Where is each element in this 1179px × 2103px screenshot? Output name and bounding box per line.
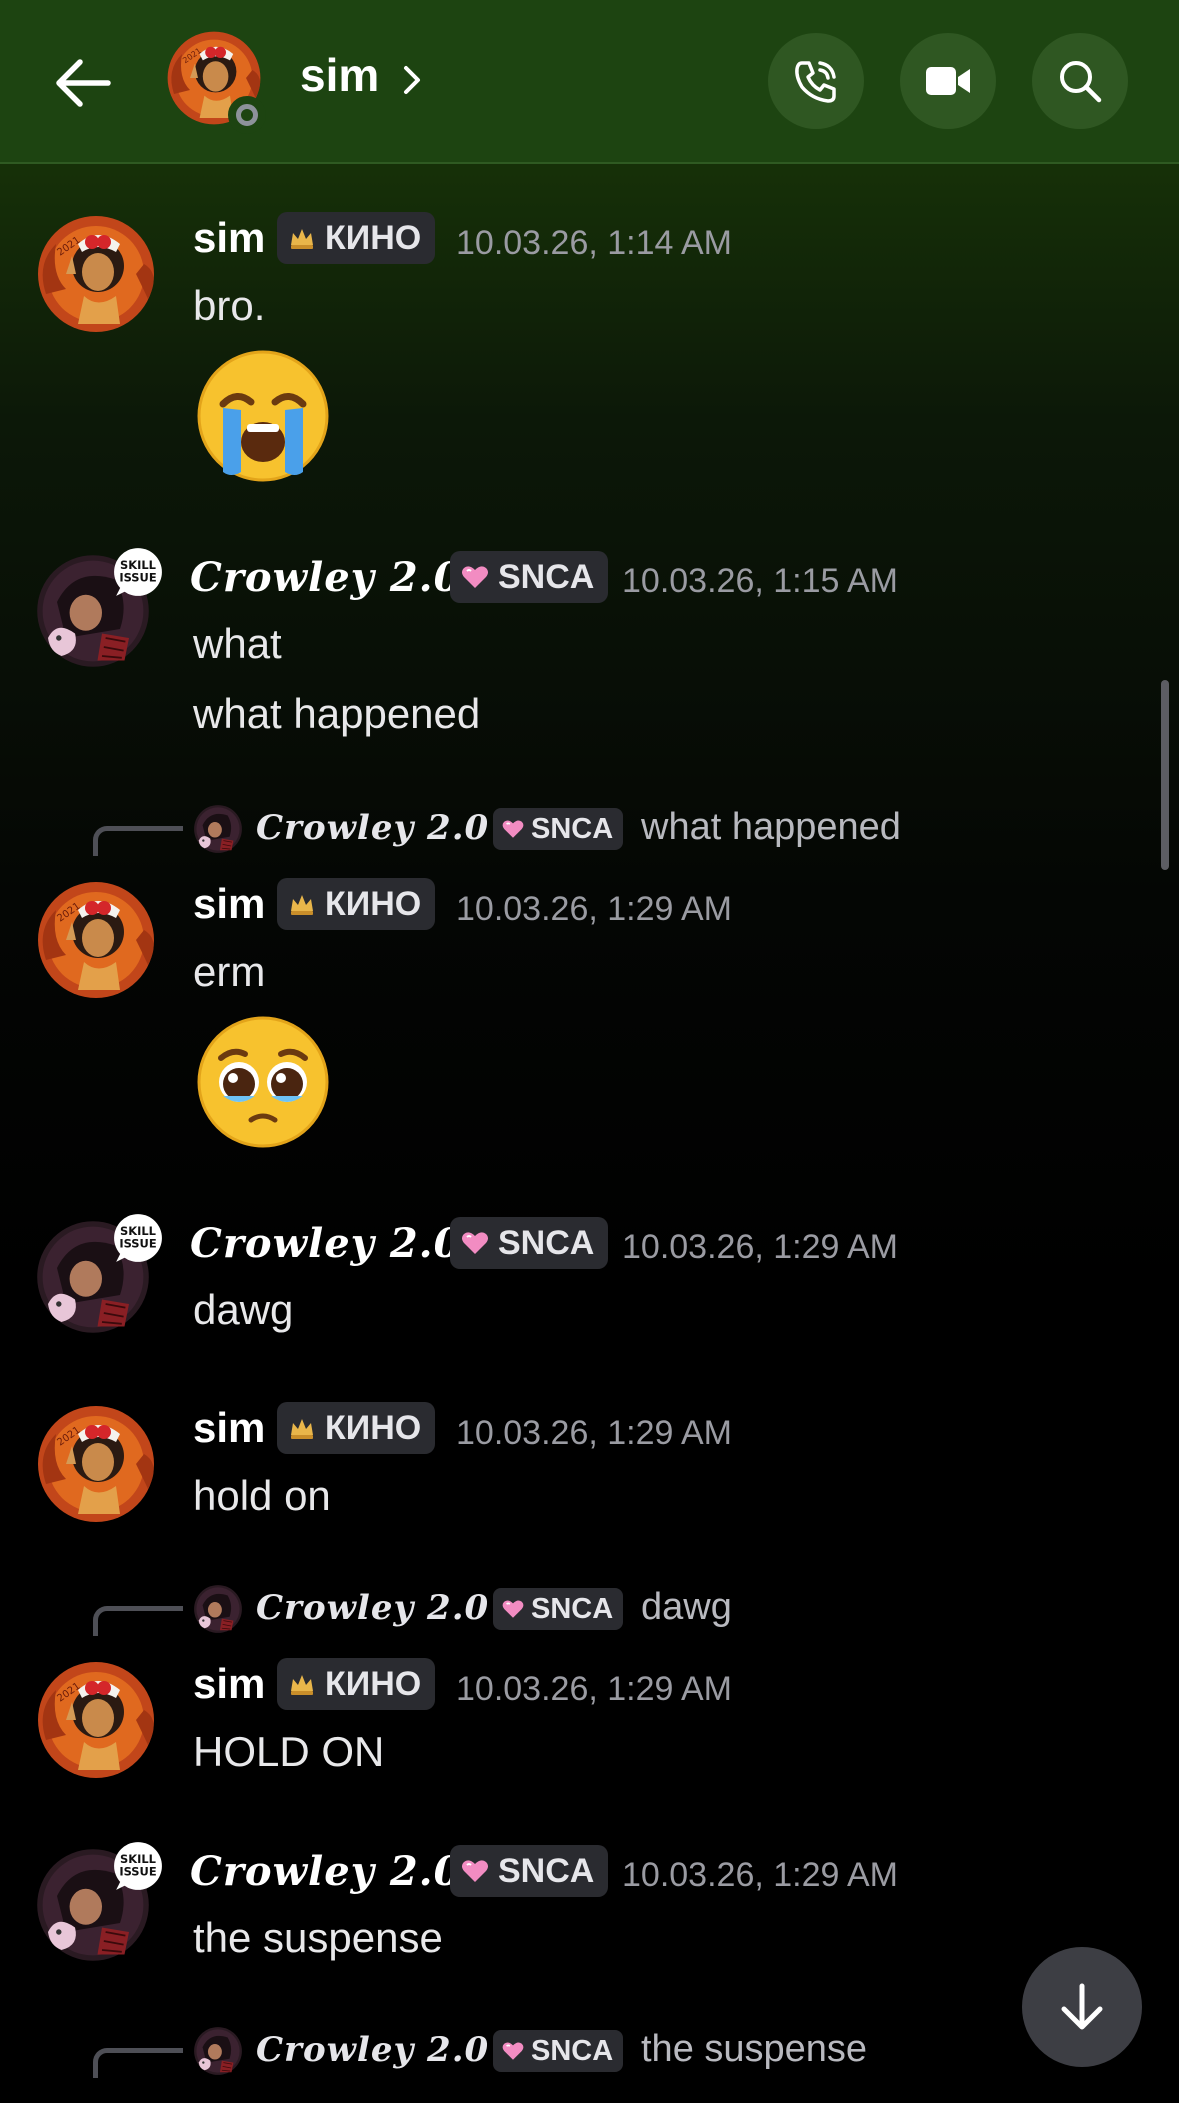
crown-icon (287, 223, 317, 253)
reply-author[interactable]: Crowley 2.0 (256, 2030, 489, 2070)
author-name[interactable]: sim (193, 214, 265, 262)
server-tag[interactable]: SNCA (450, 1217, 609, 1269)
message-text: dawg (193, 1286, 294, 1333)
message-text: hold on (193, 1472, 331, 1519)
message-text: HOLD ON (193, 1728, 385, 1775)
tag-label: SNCA (531, 1592, 614, 1625)
server-tag[interactable]: КИНО (277, 1402, 436, 1454)
tag-label: КИНО (325, 1664, 422, 1703)
skill-issue-badge (112, 1840, 164, 1892)
reply-connector (93, 1606, 183, 1636)
video-camera-icon (926, 67, 970, 95)
tag-label: SNCA (498, 1851, 595, 1890)
timestamp: 10.03.26, 1:14 AM (456, 224, 732, 262)
timestamp: 10.03.26, 1:15 AM (622, 562, 898, 600)
message-text: bro. (193, 282, 266, 329)
message-text: erm (193, 948, 266, 995)
call-button[interactable] (768, 33, 864, 129)
reply-author[interactable]: Crowley 2.0 (256, 808, 489, 848)
server-tag[interactable]: КИНО (277, 212, 436, 264)
timestamp: 10.03.26, 1:29 AM (456, 1670, 732, 1708)
author-name[interactable]: Crowley 2.0 (190, 1220, 462, 1267)
tag-label: SNCA (498, 1223, 595, 1262)
avatar[interactable] (26, 1394, 166, 1534)
loudly-crying-face-emoji[interactable] (193, 346, 333, 486)
reply-author[interactable]: Crowley 2.0 (256, 1588, 489, 1628)
timestamp: 10.03.26, 1:29 AM (622, 1856, 898, 1894)
status-indicator (228, 96, 266, 134)
message-text: the suspense (193, 1914, 443, 1961)
timestamp: 10.03.26, 1:29 AM (622, 1228, 898, 1266)
jump-to-present-button[interactable] (1022, 1947, 1142, 2067)
search-button[interactable] (1032, 33, 1128, 129)
skill-issue-badge (112, 546, 164, 598)
pleading-face-emoji[interactable] (193, 1012, 333, 1152)
arrow-left-icon (56, 59, 111, 107)
reply-avatar[interactable] (191, 802, 245, 856)
tag-label: SNCA (498, 557, 595, 596)
author-name[interactable]: sim (193, 880, 265, 928)
reply-avatar[interactable] (191, 1582, 245, 1636)
author-name[interactable]: Crowley 2.0 (190, 1848, 462, 1895)
heart-icon (460, 1856, 490, 1886)
channel-title[interactable]: sim (300, 48, 379, 102)
arrow-down-icon (1061, 1983, 1103, 2030)
message-text: what (193, 620, 282, 667)
back-button[interactable] (50, 50, 116, 116)
chat-header: sim (0, 0, 1179, 164)
server-tag[interactable]: SNCA (450, 1845, 609, 1897)
server-tag[interactable]: КИНО (277, 1658, 436, 1710)
reply-preview[interactable]: what happened (641, 806, 901, 849)
reply-server-tag: SNCA (493, 2030, 624, 2072)
avatar[interactable] (26, 870, 166, 1010)
avatar[interactable] (26, 1650, 166, 1790)
phone-icon (795, 61, 836, 103)
server-tag[interactable]: КИНО (277, 878, 436, 930)
crown-icon (287, 889, 317, 919)
heart-icon (460, 1228, 490, 1258)
reply-preview[interactable]: the suspense (641, 2028, 867, 2071)
tag-label: КИНО (325, 1408, 422, 1447)
message-text: what happened (193, 690, 481, 737)
tag-label: SNCA (531, 2034, 614, 2067)
heart-icon (501, 2039, 525, 2063)
scrollbar[interactable] (1161, 680, 1169, 870)
tag-label: КИНО (325, 884, 422, 923)
reply-avatar[interactable] (191, 2024, 245, 2078)
crown-icon (287, 1669, 317, 1699)
heart-icon (501, 1597, 525, 1621)
author-name[interactable]: sim (193, 1660, 265, 1708)
chevron-right-icon[interactable] (398, 58, 426, 102)
video-call-button[interactable] (900, 33, 996, 129)
author-name[interactable]: sim (193, 1404, 265, 1452)
reply-server-tag: SNCA (493, 808, 624, 850)
heart-icon (501, 817, 525, 841)
avatar[interactable] (26, 204, 166, 344)
crown-icon (287, 1413, 317, 1443)
tag-label: КИНО (325, 218, 422, 257)
skill-issue-badge (112, 1212, 164, 1264)
timestamp: 10.03.26, 1:29 AM (456, 1414, 732, 1452)
timestamp: 10.03.26, 1:29 AM (456, 890, 732, 928)
heart-icon (460, 562, 490, 592)
reply-connector (93, 2048, 183, 2078)
server-tag[interactable]: SNCA (450, 551, 609, 603)
reply-preview[interactable]: dawg (641, 1586, 732, 1629)
search-icon (1060, 61, 1102, 103)
reply-server-tag: SNCA (493, 1588, 624, 1630)
reply-connector (93, 826, 183, 856)
author-name[interactable]: Crowley 2.0 (190, 554, 462, 601)
tag-label: SNCA (531, 812, 614, 845)
